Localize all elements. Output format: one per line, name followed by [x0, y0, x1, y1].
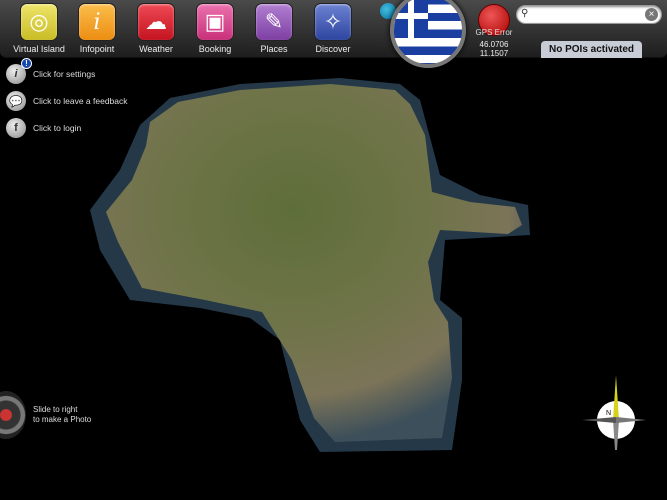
app-places-button[interactable]: ✎ Places: [244, 3, 304, 54]
weather-icon: ☁: [137, 3, 175, 41]
compass-north-label: N: [606, 410, 611, 417]
feedback-label: Click to leave a feedback: [33, 96, 128, 106]
app-virtual-island-button[interactable]: ◎ Virtual Island: [9, 3, 69, 54]
virtual-island-icon: ◎: [20, 3, 58, 41]
info-settings-icon: i!: [6, 58, 32, 84]
app-discover-button[interactable]: ✧ Discover: [303, 3, 363, 54]
app-label: Booking: [198, 44, 232, 54]
login-label: Click to login: [33, 123, 82, 133]
info-icon: i: [78, 3, 116, 41]
app-label: Virtual Island: [13, 44, 65, 54]
login-button[interactable]: f Click to login: [6, 118, 81, 138]
photo-hint-line2: to make a Photo: [33, 415, 92, 424]
photo-hint-line1: Slide to right: [33, 405, 78, 414]
compass-rose-icon: N: [582, 375, 646, 450]
app-label: Infopoint: [79, 44, 115, 54]
app-infopoint-button[interactable]: i Infopoint: [67, 3, 127, 54]
search-icon: ⚲: [521, 8, 529, 19]
feedback-button[interactable]: 💬 Click to leave a feedback: [6, 91, 128, 111]
search-input[interactable]: [533, 8, 643, 22]
suitcase-icon: ▣: [196, 3, 234, 41]
app-booking-button[interactable]: ▣ Booking: [185, 3, 245, 54]
app-label: Discover: [315, 44, 351, 54]
settings-label: Click for settings: [33, 69, 96, 79]
facebook-icon: f: [6, 118, 26, 138]
latitude: 46.0706: [479, 40, 509, 49]
app-label: Places: [260, 44, 288, 54]
app-label: Weather: [139, 44, 173, 54]
search-box[interactable]: ⚲ ×: [516, 5, 662, 24]
speech-bubble-icon: 💬: [6, 91, 26, 111]
gps-status: GPS Error: [475, 28, 513, 37]
gps-coordinates: 46.0706 11.1507: [470, 40, 518, 58]
alert-badge-icon: !: [21, 58, 32, 69]
longitude: 11.1507: [479, 49, 509, 58]
flag-canton: [394, 0, 428, 38]
photo-hint: Slide to right to make a Photo: [33, 405, 91, 425]
app-weather-button[interactable]: ☁ Weather: [126, 3, 186, 54]
pushpin-icon: ✎: [255, 3, 293, 41]
compass-icon: ✧: [314, 3, 352, 41]
island-satellite-map[interactable]: [0, 0, 667, 500]
settings-button[interactable]: i! Click for settings: [6, 58, 96, 84]
poi-status-tab[interactable]: No POIs activated: [541, 41, 642, 58]
clear-icon[interactable]: ×: [645, 8, 658, 21]
